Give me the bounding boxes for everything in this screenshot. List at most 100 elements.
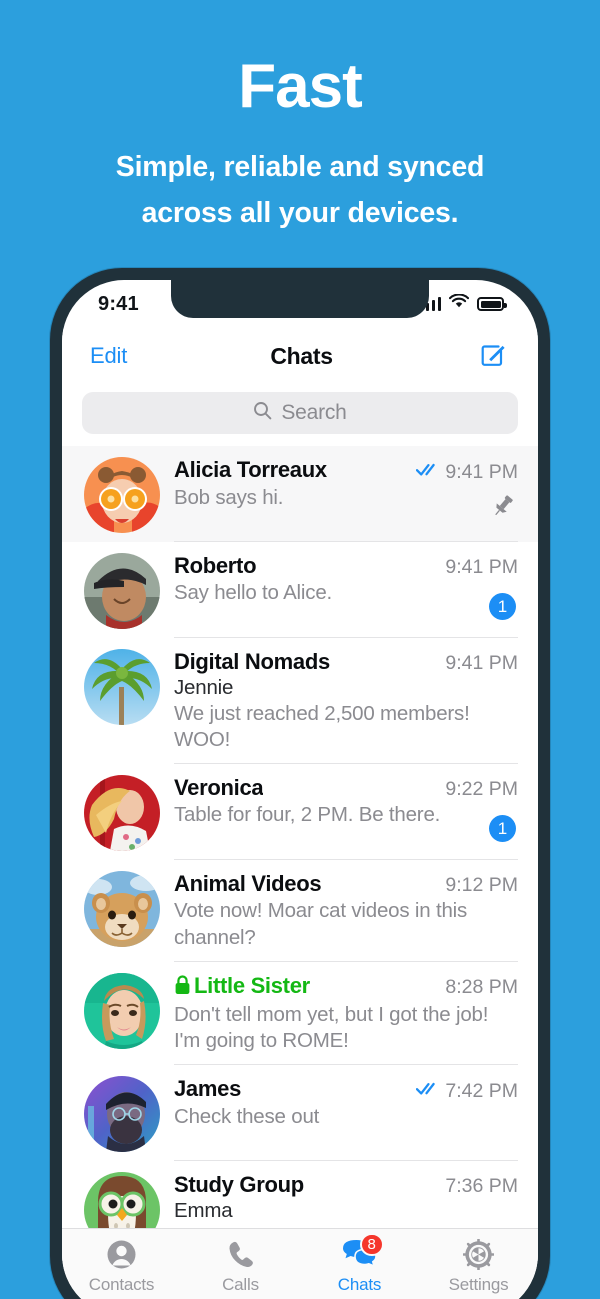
promo-title: Fast [238, 52, 362, 121]
compose-icon[interactable] [476, 339, 510, 373]
chat-item-body: Alicia Torreaux 9:41 PM Bob says hi. [174, 457, 518, 542]
chat-item-header: Little Sister 8:28 PM [174, 973, 518, 1001]
promo-subtitle: Simple, reliable and synced across all y… [0, 144, 600, 236]
avatar [84, 871, 160, 948]
tab-label: Calls [222, 1275, 259, 1294]
tab-badge: 8 [359, 1233, 384, 1256]
tab-label: Contacts [88, 1275, 155, 1294]
tab-label: Settings [448, 1275, 509, 1294]
promo-subtitle-line-2: across all your devices. [141, 197, 459, 230]
chat-list-item[interactable]: Little Sister 8:28 PM Don't tell mom yet, … [62, 962, 538, 1066]
chat-item-name: James [174, 1076, 242, 1102]
promo-subtitle-line-1: Simple, reliable and synced [115, 151, 485, 183]
chat-item-message: Don't tell mom yet, but I got the job! I… [174, 1002, 489, 1053]
chat-item-header: Animal Videos 9:12 PM [174, 871, 518, 897]
chat-item-time: 8:28 PM [445, 975, 518, 998]
chat-item-message: Check these out [174, 1104, 320, 1128]
chat-list-item[interactable]: Roberto 9:41 PM Say hello to Alice. 1 [62, 542, 538, 638]
search-icon [253, 401, 272, 425]
chat-item-time: 9:41 PM [445, 460, 518, 483]
chat-item-body: Digital Nomads 9:41 PM Jennie We just reach… [174, 649, 518, 765]
chat-item-meta: 9:41 PM [435, 556, 518, 579]
phone-handset-icon [226, 1238, 256, 1270]
nav-bar: Edit Chats [62, 328, 538, 384]
chat-item-time: 9:41 PM [445, 652, 518, 674]
chat-item-name: Study Group [174, 1172, 304, 1198]
avatar [84, 457, 160, 533]
avatar [84, 553, 160, 629]
chat-list-item[interactable]: Alicia Torreaux 9:41 PM Bob says hi. [62, 446, 538, 542]
search-input[interactable]: Search [82, 392, 518, 434]
phone-notch [171, 280, 429, 318]
pin-icon [490, 493, 516, 524]
tab-bar[interactable]: Contacts Calls 8 Chats Settings [62, 1228, 538, 1299]
gear-icon [463, 1238, 494, 1270]
chat-list-item[interactable]: Digital Nomads 9:41 PM Jennie We just reach… [62, 638, 538, 765]
chat-item-meta: 9:41 PM [435, 652, 518, 675]
chat-item-name: Alicia Torreaux [174, 457, 327, 482]
unread-badge: 1 [489, 593, 516, 620]
chat-item-message: Bob says hi. [174, 485, 284, 509]
battery-full-icon [477, 297, 507, 311]
chat-item-header: Roberto 9:41 PM [174, 553, 518, 579]
phone-mockup: 9:41 Edit Chats Search Alicia Torreaux 9… [50, 268, 550, 1299]
chat-item-message: Vote now! Moar cat videos in this channe… [174, 899, 468, 949]
tab-chats[interactable]: 8 Chats [300, 1233, 419, 1295]
avatar [84, 649, 160, 725]
chat-item-body: Little Sister 8:28 PM Don't tell mom yet, … [174, 973, 518, 1066]
chat-list-item[interactable]: Animal Videos 9:12 PM Vote now! Moar cat v… [62, 860, 538, 962]
avatar [84, 775, 160, 852]
chat-item-meta: 9:41 PM [406, 461, 518, 484]
tab-settings[interactable]: Settings [419, 1238, 538, 1295]
chat-item-message: Table for four, 2 PM. Be there. [174, 803, 441, 827]
unread-badge: 1 [489, 815, 516, 843]
tab-label: Chats [337, 1275, 382, 1294]
avatar [84, 1076, 160, 1153]
unread-badge-wrap: 1 [489, 593, 516, 620]
tab-contacts[interactable]: Contacts [62, 1238, 181, 1295]
chat-item-sender: Jennie [174, 676, 234, 699]
chat-list-item[interactable]: Veronica 9:22 PM Table for four, 2 PM. Be … [62, 764, 538, 861]
chat-item-name: Veronica [174, 775, 264, 801]
chat-item-header: Alicia Torreaux 9:41 PM [174, 457, 518, 484]
wifi-icon [448, 293, 470, 314]
chat-item-name: Digital Nomads [174, 649, 330, 674]
page-title: Chats [270, 342, 333, 369]
chat-item-time: 9:22 PM [445, 778, 518, 801]
avatar [84, 972, 160, 1049]
chat-item-sender: Emma [174, 1199, 233, 1223]
tab-calls[interactable]: Calls [181, 1238, 300, 1295]
chat-item-body: Veronica 9:22 PM Table for four, 2 PM. Be … [174, 775, 518, 861]
chat-item-body: Roberto 9:41 PM Say hello to Alice. [174, 553, 518, 638]
chat-item-meta: 7:36 PM [435, 1175, 518, 1198]
chat-item-header: Digital Nomads 9:41 PM [174, 649, 518, 675]
edit-button[interactable]: Edit [90, 343, 127, 369]
chat-item-time: 7:36 PM [445, 1175, 518, 1198]
chat-item-header: Veronica 9:22 PM [174, 775, 518, 801]
chat-item-name: Little Sister [174, 973, 310, 1001]
chat-item-meta: 9:12 PM [435, 874, 518, 897]
status-bar-icons [419, 293, 507, 314]
status-bar-time: 9:41 [98, 292, 139, 315]
chat-item-message: We just reached 2,500 members! WOO! [174, 702, 470, 752]
promo-header: Fast Simple, reliable and synced across … [0, 0, 600, 236]
chat-item-body: James 7:42 PM Check these out [174, 1076, 518, 1162]
search-placeholder: Search [281, 401, 347, 424]
chat-list-item[interactable]: James 7:42 PM Check these out [62, 1065, 538, 1162]
chat-list[interactable]: Alicia Torreaux 9:41 PM Bob says hi. Robert… [62, 446, 538, 1261]
chat-item-name: Roberto [174, 553, 257, 578]
chat-item-time: 9:41 PM [445, 556, 518, 578]
chat-item-meta: 9:22 PM [435, 778, 518, 801]
phone-screen: 9:41 Edit Chats Search Alicia Torreaux 9… [62, 280, 538, 1299]
chat-item-header: James 7:42 PM [174, 1076, 518, 1103]
chat-item-header: Study Group 7:36 PM [174, 1172, 518, 1198]
chat-item-body: Animal Videos 9:12 PM Vote now! Moar cat v… [174, 871, 518, 962]
chat-item-time: 9:12 PM [445, 874, 518, 897]
chat-item-time: 7:42 PM [445, 1079, 518, 1102]
chat-item-meta: 7:42 PM [406, 1080, 518, 1103]
chat-item-message: Say hello to Alice. [174, 581, 333, 604]
search-section: Search [62, 384, 538, 446]
chat-item-name: Animal Videos [174, 871, 322, 897]
lock-icon [174, 975, 191, 1001]
chat-item-meta: 8:28 PM [435, 976, 518, 999]
